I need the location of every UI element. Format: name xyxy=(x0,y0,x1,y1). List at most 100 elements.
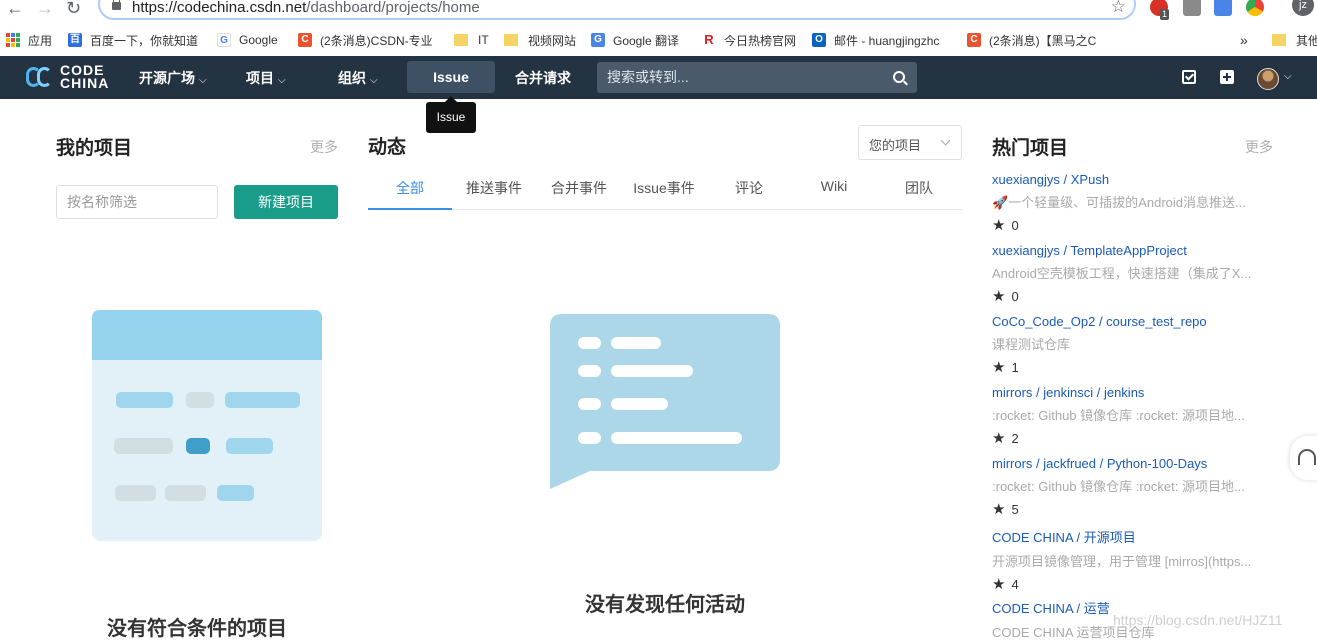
project-description: 开源项目镜像管理，用于管理 [mirros](https... xyxy=(992,554,1252,569)
bookmark-label: 应用 xyxy=(28,33,53,48)
project-description: 课程测试仓库 xyxy=(992,337,1071,352)
global-search xyxy=(597,62,917,93)
nav-projects[interactable]: 项目 ⌵ xyxy=(246,68,286,88)
list-item: xuexiangjys / XPush 🚀一个轻量级、可插拔的Android消息… xyxy=(992,172,1277,234)
star-count: 0 xyxy=(1011,288,1019,304)
bookmark-csdn-2[interactable]: C (2条消息)【黑马之C xyxy=(967,31,1107,49)
bookmark-label: IT xyxy=(478,33,489,47)
star-icon: ★ xyxy=(992,430,1006,447)
star-icon: ★ xyxy=(992,288,1006,305)
search-icon[interactable] xyxy=(893,71,905,83)
extension-badge: 1 xyxy=(1160,9,1170,20)
folder-icon xyxy=(504,34,518,46)
address-bar[interactable]: https://codechina.csdn.net/dashboard/pro… xyxy=(98,0,1136,20)
list-item: mirrors / jackfrued / Python-100-Days :r… xyxy=(992,456,1277,518)
chevron-down-icon[interactable]: ⌵ xyxy=(1284,71,1292,82)
bookmark-label: 今日热榜官网 xyxy=(724,33,797,48)
apps-icon xyxy=(6,33,20,47)
nav-groups[interactable]: 组织 ⌵ xyxy=(338,68,378,88)
activity-tabs: 全部 推送事件 合并事件 Issue事件 评论 Wiki 团队 xyxy=(368,170,962,210)
project-description: Android空壳模板工程，快速搭建（集成了X... xyxy=(992,266,1252,281)
project-link[interactable]: mirrors / jenkinsci / jenkins xyxy=(992,385,1277,400)
bookmark-baidu[interactable]: 百 百度一下，你就知道 xyxy=(68,31,198,49)
site-navbar: CODE CHINA 开源广场 ⌵ 项目 ⌵ 组织 ⌵ Issue 合并请求 xyxy=(0,56,1317,99)
project-link[interactable]: xuexiangjys / TemplateAppProject xyxy=(992,243,1277,258)
filter-field xyxy=(56,185,218,219)
project-link[interactable]: xuexiangjys / XPush xyxy=(992,172,1277,187)
bookmark-label: Google 翻译 xyxy=(613,33,680,48)
google-icon: G xyxy=(217,33,231,47)
nav-explore[interactable]: 开源广场 ⌵ xyxy=(139,68,207,88)
star-count: 2 xyxy=(1011,430,1019,446)
folder-icon xyxy=(454,34,468,46)
csdn-icon: C xyxy=(298,33,312,47)
star-count: 5 xyxy=(1011,501,1019,517)
bookmark-overflow[interactable]: » xyxy=(1240,31,1248,49)
list-item: CODE CHINA / 开源项目 开源项目镜像管理，用于管理 [mirros]… xyxy=(992,527,1277,593)
tab-merge-events[interactable]: 合并事件 xyxy=(537,178,621,198)
star-icon: ★ xyxy=(992,501,1006,518)
forward-icon[interactable]: → xyxy=(36,0,54,19)
bookmark-label: Google xyxy=(239,33,278,47)
logo-icon xyxy=(26,64,54,90)
todo-icon[interactable] xyxy=(1182,70,1196,84)
project-description: :rocket: Github 镜像仓库 :rocket: 源项目地... xyxy=(992,408,1245,423)
overflow-icon: » xyxy=(1240,32,1248,48)
plus-icon[interactable] xyxy=(1220,70,1234,84)
outlook-icon: O xyxy=(812,33,826,47)
tab-comments[interactable]: 评论 xyxy=(707,178,791,198)
translate-extension-icon[interactable] xyxy=(1214,0,1232,16)
reload-icon[interactable]: ↻ xyxy=(66,0,81,19)
bookmark-label: 邮件 - huangjingzhc xyxy=(834,33,940,48)
bookmark-google-translate[interactable]: G Google 翻译 xyxy=(591,31,679,49)
hot-projects-more-link[interactable]: 更多 xyxy=(1245,137,1273,157)
project-link[interactable]: CODE CHINA / 开源项目 xyxy=(992,527,1277,546)
bookmark-folder-video[interactable]: 视频网站 xyxy=(504,31,576,49)
codechina-logo[interactable]: CODE CHINA xyxy=(26,63,110,91)
activity-scope-select[interactable]: 您的项目 xyxy=(858,125,962,160)
chevron-down-icon: ⌵ xyxy=(370,75,378,86)
tab-push-events[interactable]: 推送事件 xyxy=(452,178,536,198)
chevron-down-icon: ⌵ xyxy=(199,75,207,86)
avatar[interactable] xyxy=(1257,68,1279,90)
bookmark-apps[interactable]: 应用 xyxy=(6,31,52,49)
logo-text-line2: CHINA xyxy=(60,75,110,91)
translate-icon: G xyxy=(591,33,605,47)
issue-tooltip: Issue xyxy=(426,96,476,133)
bookmark-folder-it[interactable]: IT xyxy=(454,31,489,49)
bookmark-rebang[interactable]: R 今日热榜官网 xyxy=(702,31,796,49)
project-link[interactable]: mirrors / jackfrued / Python-100-Days xyxy=(992,456,1277,471)
baidu-icon: 百 xyxy=(68,33,82,47)
bookmark-star-icon[interactable]: ☆ xyxy=(1111,0,1126,17)
project-link[interactable]: CoCo_Code_Op2 / course_test_repo xyxy=(992,314,1277,329)
empty-activity-illustration xyxy=(550,314,780,489)
tab-wiki[interactable]: Wiki xyxy=(792,178,876,194)
download-extension-icon[interactable] xyxy=(1183,0,1201,16)
tab-all[interactable]: 全部 xyxy=(368,178,452,198)
nav-issue[interactable]: Issue xyxy=(407,61,495,93)
bookmark-csdn[interactable]: C (2条消息)CSDN-专业 xyxy=(298,31,438,49)
customer-service-button[interactable] xyxy=(1290,436,1317,480)
tab-team[interactable]: 团队 xyxy=(877,178,961,198)
my-projects-title: 我的项目 xyxy=(56,138,133,159)
bookmark-label: 其他 xyxy=(1296,33,1317,48)
bookmark-label: 百度一下，你就知道 xyxy=(90,33,199,48)
search-input[interactable] xyxy=(607,69,877,85)
nav-merge-requests[interactable]: 合并请求 xyxy=(515,68,571,88)
browser-profile-button[interactable]: jz xyxy=(1292,0,1314,16)
star-icon: ★ xyxy=(992,359,1006,376)
my-projects-more-link[interactable]: 更多 xyxy=(310,137,338,157)
tab-issue-events[interactable]: Issue事件 xyxy=(622,178,706,198)
chrome-extension-icon[interactable] xyxy=(1246,0,1264,16)
bookmark-folder-other[interactable]: 其他 xyxy=(1272,31,1317,49)
project-filter-input[interactable] xyxy=(67,194,207,210)
empty-projects-illustration xyxy=(92,310,322,541)
project-description: 🚀一个轻量级、可插拔的Android消息推送... xyxy=(992,195,1246,210)
browser-toolbar: ← → ↻ https://codechina.csdn.net/dashboa… xyxy=(0,0,1317,22)
new-project-button[interactable]: 新建项目 xyxy=(234,185,338,219)
bookmark-outlook[interactable]: O 邮件 - huangjingzhc xyxy=(812,31,952,49)
folder-icon xyxy=(1272,34,1286,46)
star-icon: ★ xyxy=(992,576,1006,593)
back-icon[interactable]: ← xyxy=(6,0,24,19)
bookmark-google[interactable]: G Google xyxy=(217,31,278,49)
